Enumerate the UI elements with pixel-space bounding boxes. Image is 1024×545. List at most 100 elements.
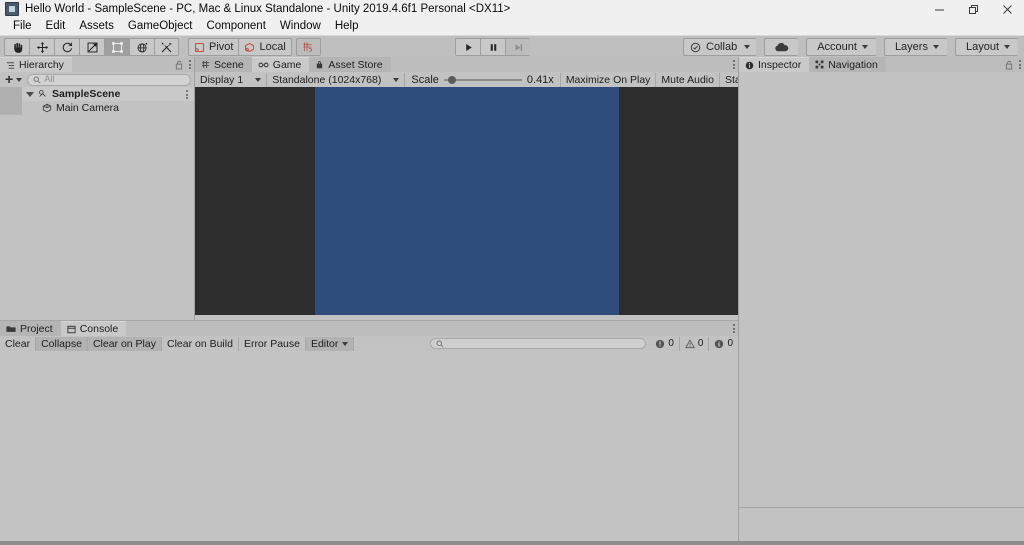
clear-on-play-button[interactable]: Clear on Play bbox=[88, 337, 162, 351]
custom-editor-tool-button[interactable] bbox=[154, 38, 179, 56]
scene-icon bbox=[38, 89, 48, 99]
tab-scene[interactable]: Scene bbox=[195, 57, 252, 72]
collab-button[interactable]: Collab bbox=[683, 38, 756, 56]
menu-file[interactable]: File bbox=[6, 18, 39, 35]
menu-component[interactable]: Component bbox=[199, 18, 272, 35]
hierarchy-row-label: Main Camera bbox=[56, 102, 119, 114]
display-dropdown[interactable]: Display 1 bbox=[195, 73, 267, 87]
inspector-menu-icon[interactable] bbox=[1019, 60, 1021, 69]
step-button[interactable] bbox=[505, 38, 530, 56]
scale-control[interactable]: Scale 0.41x bbox=[405, 73, 560, 87]
chevron-down-icon bbox=[255, 78, 261, 82]
inspector-panel: Inspector Navigation bbox=[739, 57, 1024, 507]
restore-icon[interactable] bbox=[956, 0, 990, 18]
warning-count[interactable]: 0 bbox=[680, 337, 710, 351]
menu-assets[interactable]: Assets bbox=[72, 18, 121, 35]
pivot-label: Pivot bbox=[207, 41, 233, 53]
console-tabstrip: Project Console bbox=[0, 321, 738, 336]
editor-dropdown[interactable]: Editor bbox=[306, 337, 354, 351]
close-icon[interactable] bbox=[990, 0, 1024, 18]
rotate-tool-button[interactable] bbox=[54, 38, 79, 56]
mute-audio-button[interactable]: Mute Audio bbox=[656, 73, 720, 87]
toolbar-right-group: Collab Account Layers bbox=[675, 38, 1018, 56]
gameobject-icon bbox=[42, 103, 52, 113]
title-bar: Hello World - SampleScene - PC, Mac & Li… bbox=[0, 0, 1024, 18]
layout-button[interactable]: Layout bbox=[955, 38, 1018, 56]
hierarchy-toolbar: + All bbox=[0, 72, 194, 87]
expand-arrow-icon[interactable] bbox=[26, 92, 34, 97]
error-pause-button[interactable]: Error Pause bbox=[239, 337, 306, 351]
play-button[interactable] bbox=[455, 38, 480, 56]
hierarchy-row-main-camera[interactable]: Main Camera bbox=[0, 101, 194, 115]
cloud-icon[interactable] bbox=[764, 38, 798, 56]
console-menu-icon[interactable] bbox=[733, 324, 735, 333]
scale-tool-button[interactable] bbox=[79, 38, 104, 56]
tab-console[interactable]: Console bbox=[61, 321, 127, 336]
tab-asset-store-label: Asset Store bbox=[328, 59, 382, 71]
layers-button[interactable]: Layers bbox=[884, 38, 947, 56]
tab-hierarchy[interactable]: Hierarchy bbox=[0, 57, 72, 72]
hand-tool-button[interactable] bbox=[4, 38, 29, 56]
menu-gameobject[interactable]: GameObject bbox=[121, 18, 200, 35]
create-button[interactable]: + bbox=[3, 74, 24, 85]
transform-tool-button[interactable] bbox=[129, 38, 154, 56]
info-count-value: 0 bbox=[727, 338, 733, 349]
console-search-input[interactable] bbox=[430, 338, 646, 349]
clear-button[interactable]: Clear bbox=[0, 337, 36, 351]
move-tool-button[interactable] bbox=[29, 38, 54, 56]
menu-edit[interactable]: Edit bbox=[39, 18, 73, 35]
chevron-down-icon bbox=[1004, 45, 1010, 49]
unity-icon bbox=[5, 2, 19, 16]
hierarchy-panel: Hierarchy + All bbox=[0, 57, 194, 320]
hierarchy-menu-icon[interactable] bbox=[189, 60, 191, 69]
scale-slider[interactable] bbox=[444, 75, 522, 85]
pause-button[interactable] bbox=[480, 38, 505, 56]
grid-snap-icon[interactable] bbox=[296, 38, 321, 56]
layers-label: Layers bbox=[893, 41, 928, 53]
account-button[interactable]: Account bbox=[806, 38, 876, 56]
collapse-button[interactable]: Collapse bbox=[36, 337, 88, 351]
pivot-toggle-button[interactable]: Pivot bbox=[188, 38, 238, 56]
tab-navigation[interactable]: Navigation bbox=[809, 57, 886, 72]
error-count[interactable]: 0 bbox=[650, 337, 680, 351]
scene-view-icon bbox=[201, 60, 210, 69]
lock-icon bbox=[1005, 60, 1013, 70]
right-splitter[interactable] bbox=[738, 57, 739, 545]
aspect-label: Standalone (1024x768) bbox=[272, 74, 381, 86]
row-menu-icon[interactable] bbox=[186, 90, 188, 99]
hierarchy-game-splitter[interactable] bbox=[194, 57, 195, 321]
main-toolbar: Pivot Local bbox=[0, 36, 1024, 59]
snap-group bbox=[296, 38, 321, 56]
tab-inspector[interactable]: Inspector bbox=[739, 57, 809, 72]
warning-count-value: 0 bbox=[698, 338, 704, 349]
local-toggle-button[interactable]: Local bbox=[238, 38, 291, 56]
slider-knob[interactable] bbox=[448, 76, 456, 84]
game-viewport[interactable] bbox=[195, 87, 738, 315]
scale-value: 0.41x bbox=[527, 74, 554, 86]
menu-window[interactable]: Window bbox=[273, 18, 328, 35]
tab-console-label: Console bbox=[80, 323, 119, 335]
maximize-on-play-button[interactable]: Maximize On Play bbox=[561, 73, 657, 87]
game-render-surface[interactable] bbox=[315, 87, 619, 315]
console-tab-tools bbox=[733, 321, 735, 336]
tab-project[interactable]: Project bbox=[0, 321, 61, 336]
console-splitter[interactable] bbox=[0, 320, 738, 321]
hierarchy-search-input[interactable]: All bbox=[27, 74, 191, 86]
hierarchy-row-samplescene[interactable]: SampleScene bbox=[0, 87, 194, 101]
info-count[interactable]: 0 bbox=[709, 337, 738, 351]
game-view-icon bbox=[258, 61, 269, 69]
collab-group: Collab bbox=[683, 38, 756, 56]
game-tab-tools bbox=[733, 57, 735, 72]
rect-tool-button[interactable] bbox=[104, 38, 129, 56]
aspect-dropdown[interactable]: Standalone (1024x768) bbox=[267, 73, 405, 87]
clear-on-build-button[interactable]: Clear on Build bbox=[162, 337, 239, 351]
game-menu-icon[interactable] bbox=[733, 60, 735, 69]
menu-help[interactable]: Help bbox=[328, 18, 366, 35]
minimize-icon[interactable] bbox=[922, 0, 956, 18]
editor-layout: Hierarchy + All bbox=[0, 57, 1024, 545]
hierarchy-tabstrip: Hierarchy bbox=[0, 57, 194, 72]
pivot-group: Pivot Local bbox=[188, 38, 292, 56]
tab-asset-store[interactable]: Asset Store bbox=[309, 57, 390, 72]
tab-game[interactable]: Game bbox=[252, 57, 310, 72]
console-message-list[interactable] bbox=[0, 351, 738, 545]
